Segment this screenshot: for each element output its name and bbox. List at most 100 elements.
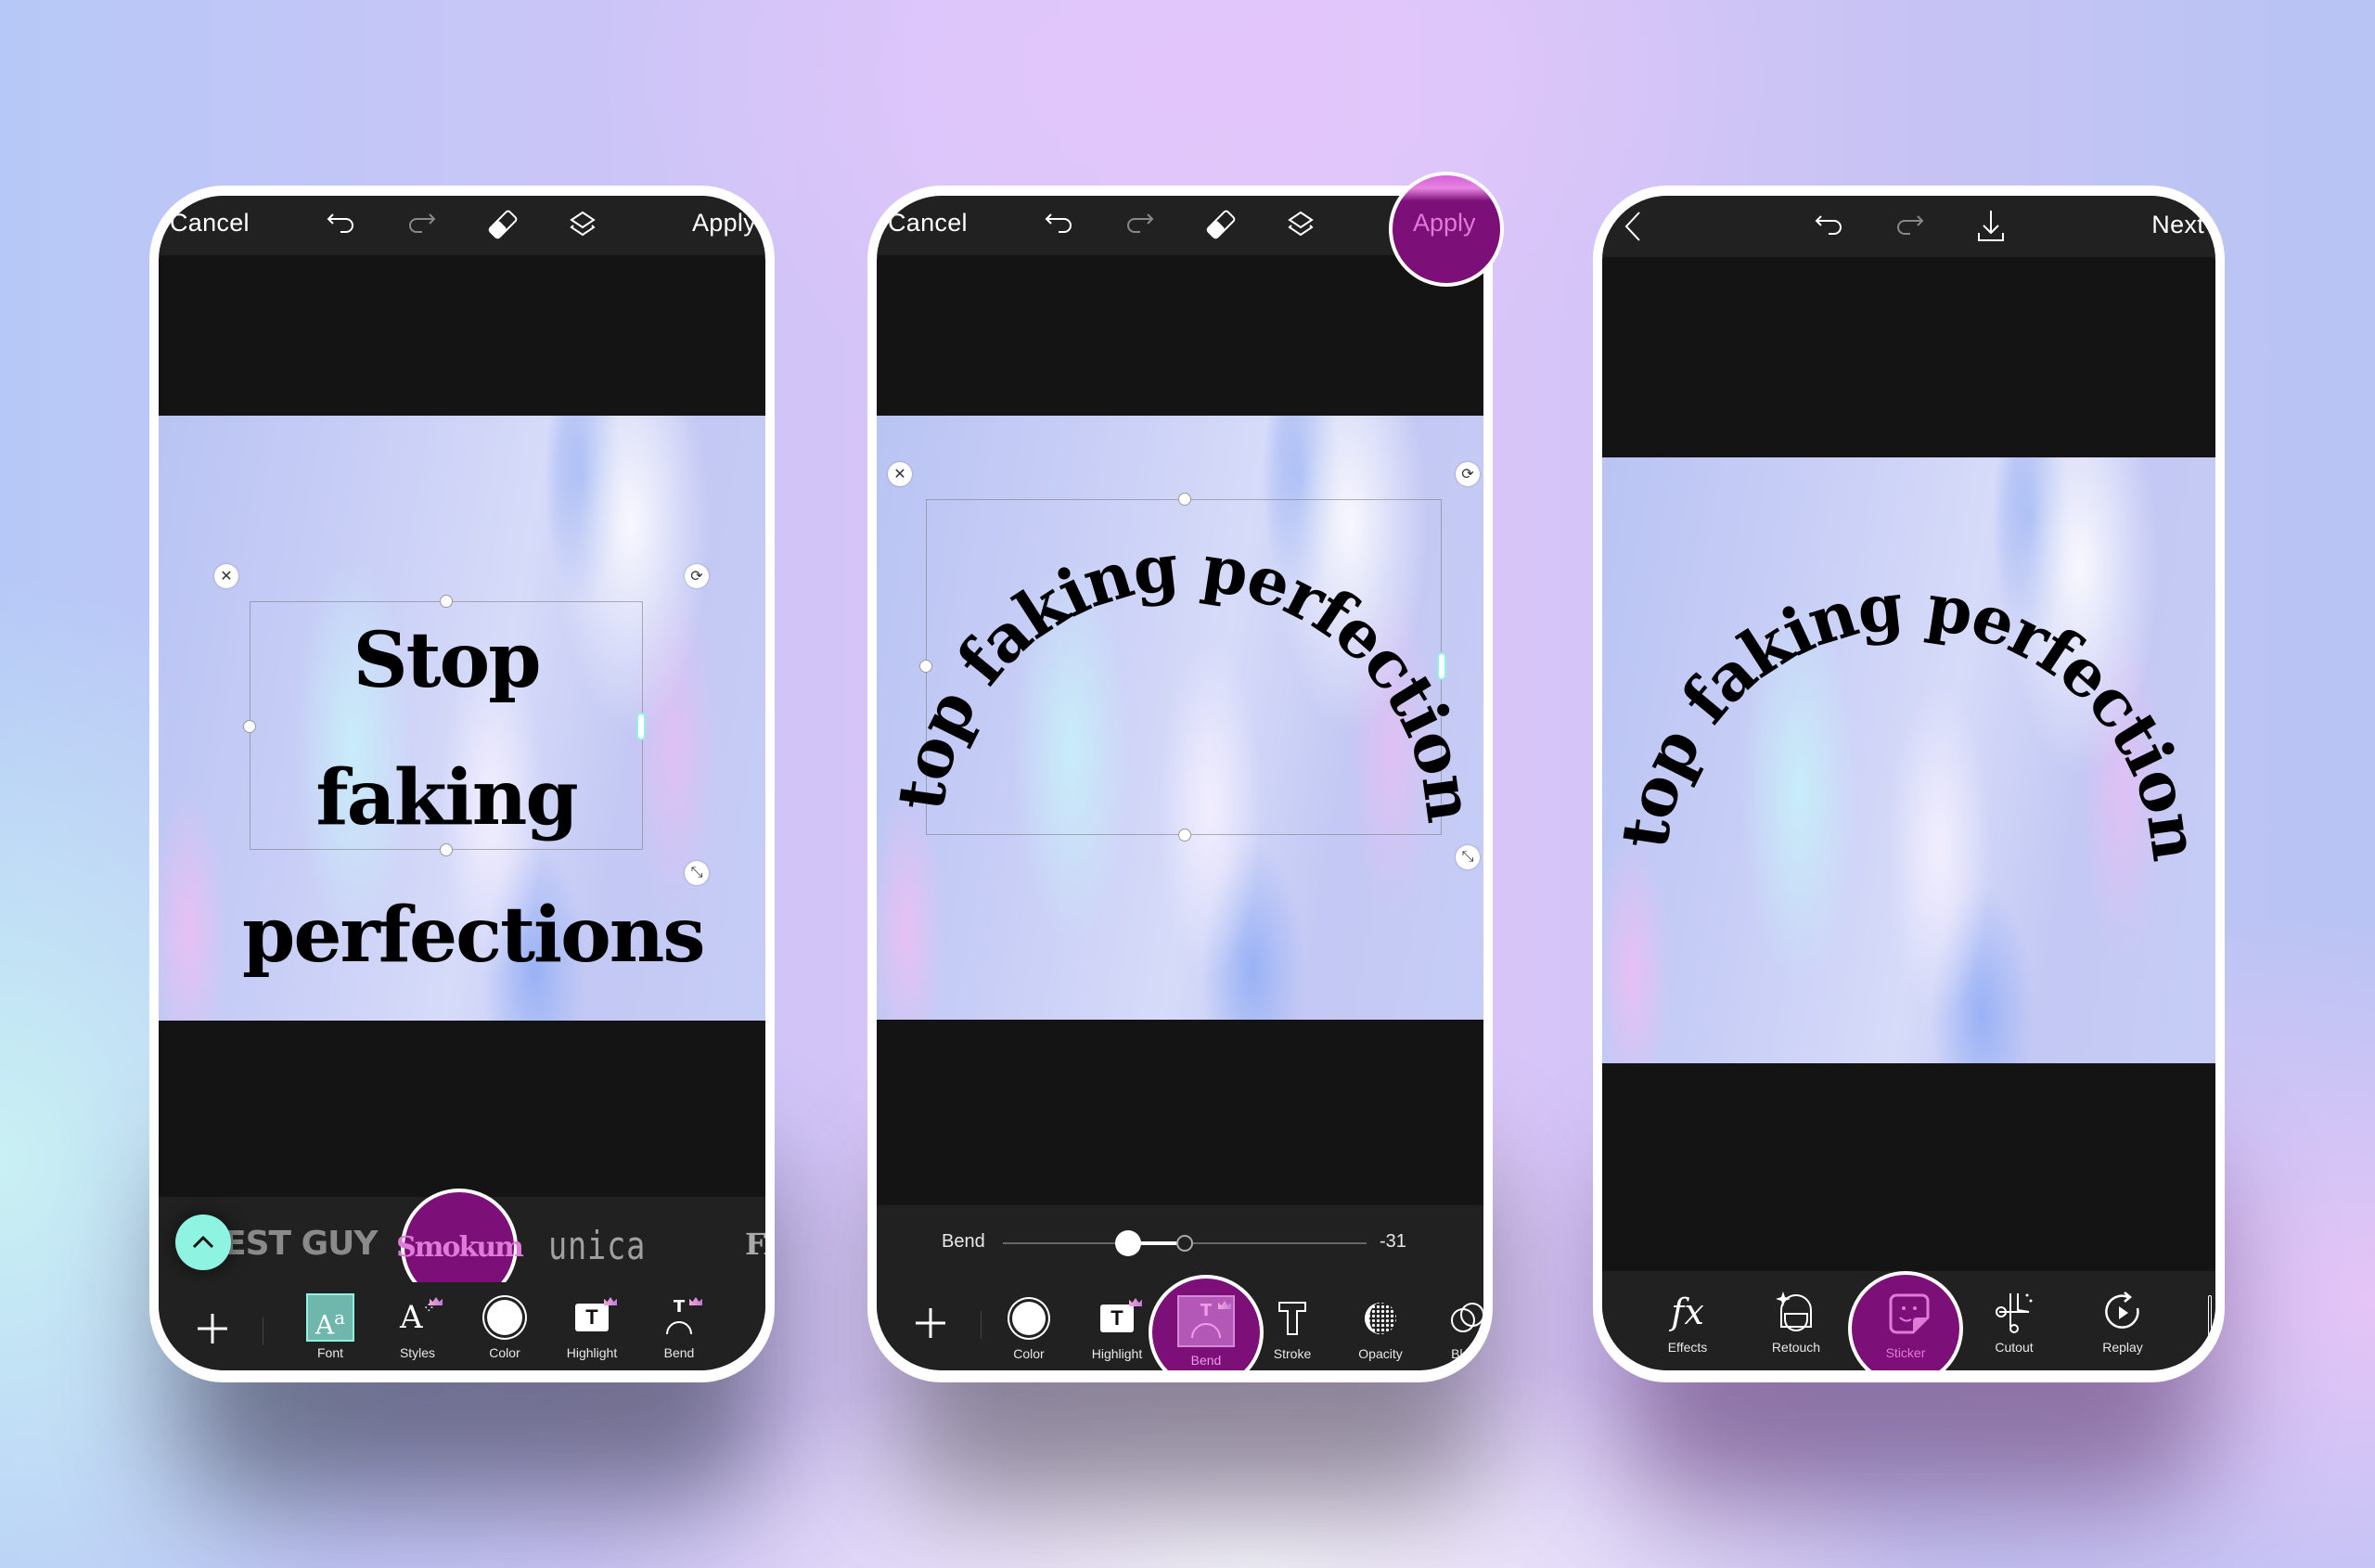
sticker-icon xyxy=(1889,1293,1930,1334)
replay-icon xyxy=(2105,1292,2139,1329)
bend-slider[interactable] xyxy=(1003,1230,1367,1256)
tool-label: Bend xyxy=(1190,1353,1222,1368)
bottom-toolbar: Aa Font A⁘ Styles Color T Highlight T Be… xyxy=(159,1282,765,1370)
redo-icon[interactable] xyxy=(402,205,441,244)
font-option[interactable]: unica one xyxy=(548,1223,722,1290)
apply-button-highlighted[interactable]: Apply xyxy=(1389,172,1504,287)
redo-icon[interactable] xyxy=(1890,207,1929,246)
layers-icon[interactable] xyxy=(1281,205,1320,244)
tool-label: Highlight xyxy=(566,1345,618,1360)
image-canvas[interactable]: Stop faking perfections xyxy=(1602,457,2215,1063)
phone-bend-editor: Cancel ✕ ⟳ ⤡ Stop faking perfections Ben… xyxy=(867,186,1493,1382)
tool-label: Sticker xyxy=(1885,1345,1926,1360)
eraser-icon[interactable] xyxy=(483,205,522,244)
text-line-1: Stop faking xyxy=(315,616,578,842)
scroll-indicator[interactable] xyxy=(2208,1295,2212,1338)
color-icon xyxy=(487,1300,522,1335)
font-option[interactable]: EST GUY xyxy=(224,1225,378,1263)
tool-label: Stroke xyxy=(1273,1346,1312,1361)
tool-bend[interactable]: T Bend xyxy=(637,1295,721,1360)
slider-value: -31 xyxy=(1380,1231,1406,1252)
cancel-button[interactable]: Cancel xyxy=(888,209,968,238)
slider-thumb[interactable] xyxy=(1115,1230,1142,1256)
tool-label: Effects xyxy=(1667,1340,1708,1355)
highlight-icon: T xyxy=(575,1304,609,1331)
slider-label: Bend xyxy=(942,1231,985,1252)
bent-text: Stop faking perfections xyxy=(1602,457,2215,865)
tool-label: Cutout xyxy=(1995,1340,2034,1355)
tool-label: Opacity xyxy=(1358,1346,1403,1361)
chevron-up-icon xyxy=(192,1235,214,1249)
font-option[interactable]: FA xyxy=(745,1227,765,1262)
canvas-text[interactable]: Stop faking perfections xyxy=(242,592,706,1004)
undo-icon[interactable] xyxy=(322,205,361,244)
svg-text:T: T xyxy=(1200,1301,1213,1320)
screen: Cancel Apply ✕ ⟳ ⤡ Stop faking perfectio… xyxy=(159,196,765,1370)
layers-icon[interactable] xyxy=(563,205,602,244)
eraser-icon[interactable] xyxy=(1201,205,1240,244)
tool-label: Blend xyxy=(1451,1346,1483,1361)
tool-label: Retouch xyxy=(1771,1340,1821,1355)
svg-text:T: T xyxy=(674,1297,686,1317)
scale-icon[interactable]: ⤡ xyxy=(685,861,709,885)
retouch-icon xyxy=(1776,1292,1812,1331)
add-icon[interactable] xyxy=(194,1310,231,1347)
blend-icon xyxy=(1451,1303,1483,1332)
opacity-icon xyxy=(1365,1303,1396,1334)
tool-label: Color xyxy=(1013,1346,1045,1361)
rotate-icon[interactable]: ⟳ xyxy=(685,564,709,588)
premium-crown-icon xyxy=(604,1297,617,1305)
cutout-icon xyxy=(1996,1293,2033,1333)
bent-canvas-text[interactable]: Stop faking perfections xyxy=(877,416,1483,1020)
font-option-label: Smokum xyxy=(396,1230,524,1264)
tool-cutout[interactable]: Cutout xyxy=(1972,1290,2056,1355)
apply-button[interactable]: Apply xyxy=(692,209,756,238)
bend-icon: T xyxy=(1177,1295,1235,1347)
tool-color[interactable]: Color xyxy=(987,1296,1071,1361)
screen: Cancel ✕ ⟳ ⤡ Stop faking perfections Ben… xyxy=(877,196,1483,1370)
collapse-fonts-button[interactable] xyxy=(175,1215,231,1270)
tool-opacity[interactable]: Opacity xyxy=(1339,1296,1422,1361)
image-canvas[interactable]: ✕ ⟳ ⤡ Stop faking perfections xyxy=(877,416,1483,1020)
phone-font-editor: Cancel Apply ✕ ⟳ ⤡ Stop faking perfectio… xyxy=(149,186,775,1382)
tool-replay[interactable]: Replay xyxy=(2081,1290,2164,1355)
stroke-icon xyxy=(1278,1302,1306,1335)
download-icon[interactable] xyxy=(1971,207,2010,246)
add-icon[interactable] xyxy=(912,1305,949,1342)
undo-icon[interactable] xyxy=(1810,207,1849,246)
tool-label: Highlight xyxy=(1091,1346,1143,1361)
highlight-icon: T xyxy=(1100,1305,1134,1332)
bent-text: Stop faking perfections xyxy=(877,416,1483,826)
tool-styles[interactable]: A⁘ Styles xyxy=(376,1295,459,1360)
tool-effects[interactable]: fx Effects xyxy=(1646,1290,1729,1355)
top-bar: Next xyxy=(1602,196,2215,257)
apply-label: Apply xyxy=(1413,209,1476,237)
tool-label: Color xyxy=(489,1345,520,1360)
tool-blend[interactable]: Blend xyxy=(1426,1296,1483,1361)
undo-icon[interactable] xyxy=(1040,205,1079,244)
tool-retouch[interactable]: Retouch xyxy=(1754,1290,1838,1355)
redo-icon[interactable] xyxy=(1120,205,1159,244)
tool-font[interactable]: Aa Font xyxy=(289,1293,372,1360)
svg-text:Stop faking perfections: Stop faking perfections xyxy=(877,416,1483,826)
image-canvas[interactable]: ✕ ⟳ ⤡ Stop faking perfections xyxy=(159,416,765,1021)
tool-label: Replay xyxy=(2102,1340,2143,1355)
text-line-2: perfections xyxy=(242,891,706,980)
svg-text:Stop faking perfections: Stop faking perfections xyxy=(1602,457,2215,865)
tool-label: Font xyxy=(316,1345,343,1360)
back-icon[interactable] xyxy=(1613,207,1652,246)
divider xyxy=(981,1311,982,1339)
tool-highlight[interactable]: T Highlight xyxy=(550,1295,634,1360)
cancel-button[interactable]: Cancel xyxy=(170,209,250,238)
slider-center-mark xyxy=(1176,1235,1193,1252)
delete-icon[interactable]: ✕ xyxy=(214,564,238,588)
tool-label: Bend xyxy=(663,1345,695,1360)
screen: Next Stop faking perfections fx Effects … xyxy=(1602,196,2215,1370)
next-button[interactable]: Next xyxy=(2151,211,2204,239)
color-icon xyxy=(1012,1302,1046,1335)
tool-highlight[interactable]: T Highlight xyxy=(1075,1296,1159,1361)
phone-main-editor: Next Stop faking perfections fx Effects … xyxy=(1593,186,2225,1382)
tool-color[interactable]: Color xyxy=(463,1295,546,1360)
top-bar: Cancel Apply xyxy=(159,196,765,255)
premium-crown-icon xyxy=(1129,1298,1142,1306)
